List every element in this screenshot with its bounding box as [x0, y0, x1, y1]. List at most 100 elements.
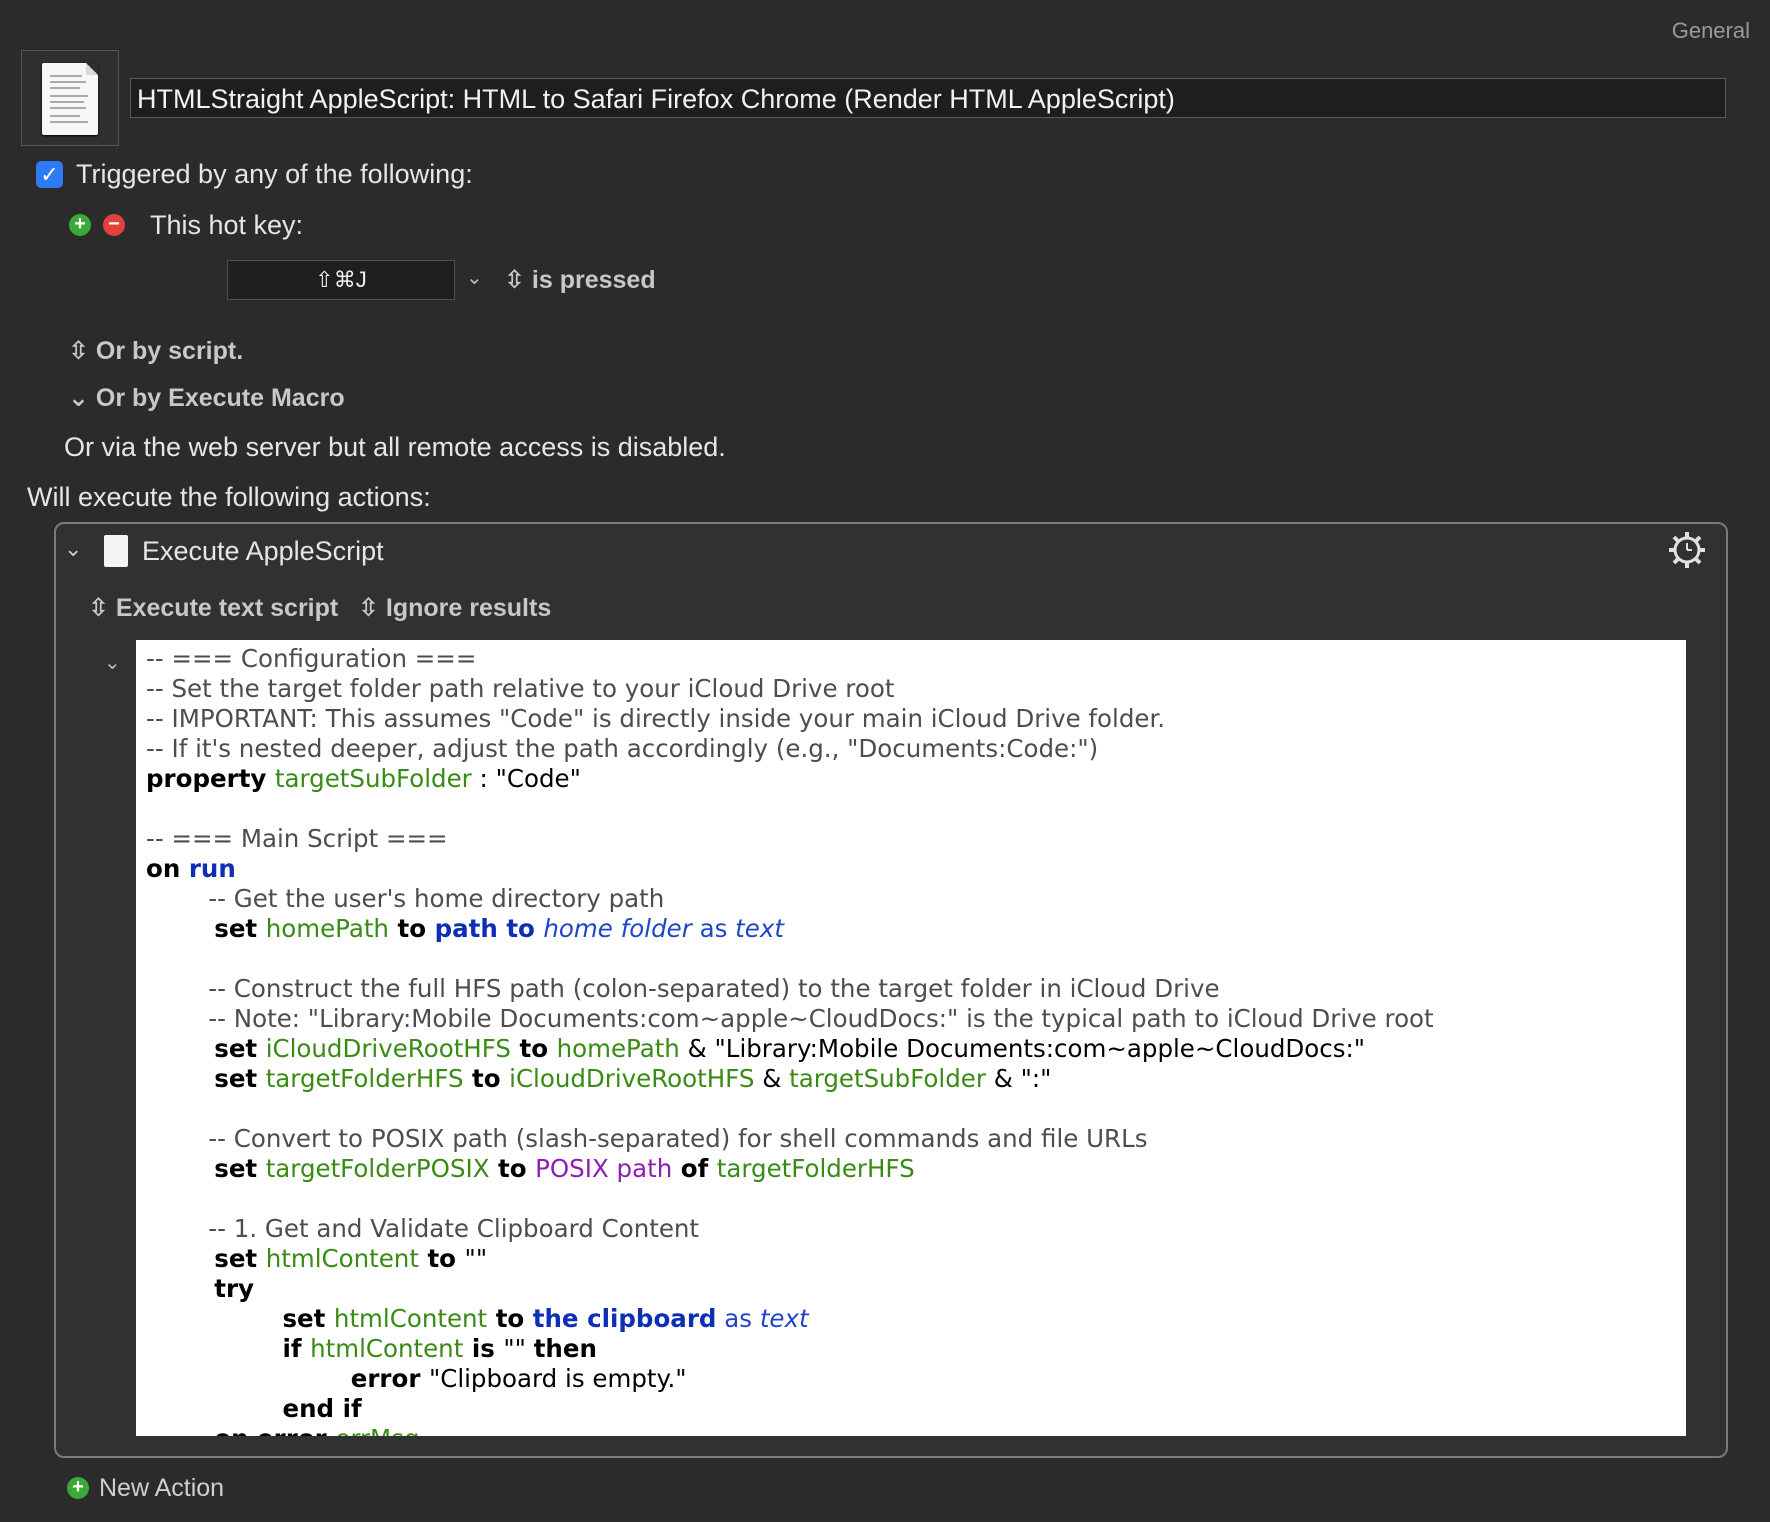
code-line: end if [146, 1394, 1434, 1424]
action-title: Execute AppleScript [142, 536, 384, 566]
general-panel-label: General [1671, 18, 1750, 43]
or-by-script-popup[interactable]: ⇳ Or by script. [68, 336, 243, 366]
macro-icon[interactable] [21, 50, 119, 146]
code-line: set htmlContent to the clipboard as text [146, 1304, 1434, 1334]
code-token: : "Code" [471, 764, 581, 793]
code-token: -- 1. Get and Validate Clipboard Content [146, 1214, 700, 1243]
code-line: set homePath to path to home folder as t… [146, 914, 1434, 944]
code-token: to [487, 1304, 533, 1333]
code-token: on error [146, 1424, 335, 1436]
code-token: homePath [265, 914, 389, 943]
or-by-execute-macro-label: Or by Execute Macro [95, 384, 345, 412]
code-token: & [754, 1064, 790, 1093]
code-line: property targetSubFolder : "Code" [146, 764, 1434, 794]
code-line: -- 1. Get and Validate Clipboard Content [146, 1214, 1434, 1244]
web-server-note: Or via the web server but all remote acc… [64, 432, 726, 462]
code-line: -- Construct the full HFS path (colon-se… [146, 974, 1434, 1004]
code-line: -- Note: "Library:Mobile Documents:com~a… [146, 1004, 1434, 1034]
code-line: -- If it's nested deeper, adjust the pat… [146, 734, 1434, 764]
code-token: try [146, 1274, 255, 1303]
code-token: htmlContent [265, 1244, 419, 1273]
code-token: to [489, 1154, 536, 1183]
document-icon [42, 63, 98, 135]
hotkey-condition-popup[interactable]: ⇳ is pressed [504, 265, 656, 295]
code-token: is [463, 1334, 504, 1363]
code-token: iCloudDriveRootHFS [265, 1034, 511, 1063]
code-token: htmlContent [333, 1304, 488, 1333]
code-token: if [146, 1334, 311, 1363]
code-line: error "Clipboard is empty." [146, 1364, 1434, 1394]
code-token: run [188, 854, 236, 883]
results-label: Ignore results [385, 594, 552, 622]
code-token: text [735, 914, 784, 943]
code-token: path to [434, 914, 544, 943]
code-line: on error errMsg [146, 1424, 1434, 1436]
new-action-button[interactable]: New Action [99, 1474, 224, 1503]
updown-chevron-icon: ⇳ [358, 594, 379, 622]
code-token: set [146, 1034, 266, 1063]
code-line: -- === Main Script === [146, 824, 1434, 854]
code-token: to [388, 914, 435, 943]
code-token: targetSubFolder [789, 1064, 986, 1093]
gear-icon[interactable] [1667, 530, 1707, 570]
code-token: htmlContent [310, 1334, 464, 1363]
code-token: -- IMPORTANT: This assumes "Code" is dir… [146, 704, 1166, 733]
code-token: set [146, 914, 266, 943]
code-line: set iCloudDriveRootHFS to homePath & "Li… [146, 1034, 1434, 1064]
code-token: error [146, 1364, 429, 1393]
code-token: to [510, 1034, 557, 1063]
code-line: -- Get the user's home directory path [146, 884, 1434, 914]
execute-mode-popup[interactable]: ⇳ Execute text script [88, 593, 338, 623]
or-by-execute-macro-disclosure[interactable]: ⌄ Or by Execute Macro [68, 383, 345, 413]
code-token: POSIX path [535, 1154, 673, 1183]
code-token: "" [464, 1244, 488, 1273]
or-by-script-label: Or by script. [95, 337, 244, 365]
macro-title-field[interactable]: HTMLStraight AppleScript: HTML to Safari… [130, 78, 1726, 118]
script-collapse-chevron-icon[interactable]: ⌄ [104, 650, 121, 675]
script-text: -- === Configuration === -- Set the targe… [146, 644, 1434, 1436]
chevron-down-icon[interactable]: ⌄ [466, 265, 483, 290]
code-line: on run [146, 854, 1434, 884]
code-token: set [146, 1244, 266, 1273]
hotkey-field[interactable]: ⇧⌘J [227, 260, 455, 300]
trigger-enabled-checkbox[interactable]: ✓ [36, 161, 63, 188]
code-token: the clipboard [532, 1304, 717, 1333]
code-token: set [146, 1064, 266, 1093]
code-token: -- Note: "Library:Mobile Documents:com~a… [146, 1004, 1434, 1033]
code-line: if htmlContent is "" then [146, 1334, 1434, 1364]
chevron-down-icon: ⌄ [68, 384, 89, 412]
actions-header: Will execute the following actions: [27, 482, 431, 512]
code-line: -- === Configuration === [146, 644, 1434, 674]
code-line: -- Set the target folder path relative t… [146, 674, 1434, 704]
new-action-add-icon[interactable]: + [67, 1477, 89, 1499]
updown-chevron-icon: ⇳ [68, 337, 89, 365]
code-line: -- IMPORTANT: This assumes "Code" is dir… [146, 704, 1434, 734]
add-trigger-button[interactable]: + [69, 214, 91, 236]
remove-trigger-button[interactable]: − [103, 214, 125, 236]
code-token: targetSubFolder [274, 764, 472, 793]
code-token: then [533, 1334, 597, 1363]
code-token: -- Set the target folder path relative t… [146, 674, 895, 703]
updown-chevron-icon: ⇳ [88, 594, 109, 622]
results-popup[interactable]: ⇳ Ignore results [358, 593, 551, 623]
action-collapse-chevron-icon[interactable]: ⌄ [64, 536, 82, 562]
code-token: set [146, 1154, 266, 1183]
code-token: -- Construct the full HFS path (colon-se… [146, 974, 1220, 1003]
code-line: -- Convert to POSIX path (slash-separate… [146, 1124, 1434, 1154]
code-token: home folder [543, 914, 692, 943]
code-line: set targetFolderHFS to iCloudDriveRootHF… [146, 1064, 1434, 1094]
code-token: as [716, 1304, 760, 1333]
code-token: to [463, 1064, 510, 1093]
code-token: & "Library:Mobile Documents:com~apple~Cl… [679, 1034, 1366, 1063]
code-token: on [146, 854, 189, 883]
code-token: text [759, 1304, 809, 1333]
code-line: set htmlContent to "" [146, 1244, 1434, 1274]
script-editor[interactable]: -- === Configuration === -- Set the targe… [136, 640, 1686, 1436]
code-token: -- === Main Script === [146, 824, 448, 853]
hotkey-trigger-label: This hot key: [150, 210, 304, 240]
updown-chevron-icon: ⇳ [504, 266, 525, 294]
